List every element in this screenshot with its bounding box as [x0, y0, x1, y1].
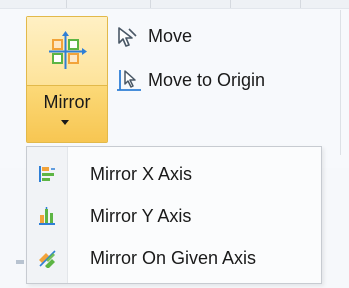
mirror-x-axis-icon: [39, 166, 55, 182]
move-to-origin-label: Move to Origin: [148, 70, 266, 90]
menu-item-mirror-x-axis[interactable]: Mirror X Axis: [27, 155, 321, 193]
mirror-given-axis-icon: [39, 250, 56, 268]
mirror-split-button[interactable]: Mirror: [26, 16, 108, 143]
menu-item-label: Mirror Y Axis: [90, 206, 192, 226]
mirror-y-axis-icon: [39, 207, 55, 225]
mirror-label: Mirror: [43, 92, 91, 112]
chevron-down-icon: [61, 120, 69, 125]
menu-item-mirror-on-given-axis[interactable]: Mirror On Given Axis: [27, 239, 321, 277]
menu-item-label: Mirror On Given Axis: [90, 248, 257, 268]
mirror-dropdown-menu: Mirror X Axis Mirror Y Axis Mirror On Gi…: [26, 146, 322, 284]
move-label: Move: [148, 26, 193, 46]
move-button[interactable]: Move: [114, 22, 234, 52]
mirror-dropdown-toggle[interactable]: Mirror: [27, 86, 107, 142]
menu-item-mirror-y-axis[interactable]: Mirror Y Axis: [27, 197, 321, 235]
mirror-button[interactable]: [27, 17, 107, 86]
mirror-icon: [49, 31, 87, 69]
group-separator: [340, 10, 341, 155]
move-to-origin-button[interactable]: Move to Origin: [114, 66, 334, 96]
menu-item-label: Mirror X Axis: [90, 164, 193, 184]
move-cursor-icon: [118, 27, 137, 47]
background-edge: [16, 260, 24, 264]
move-to-origin-icon: [117, 70, 141, 91]
ribbon-top-border: [0, 0, 349, 9]
ribbon-panel: Mirror Move Move to Origin: [0, 0, 349, 168]
